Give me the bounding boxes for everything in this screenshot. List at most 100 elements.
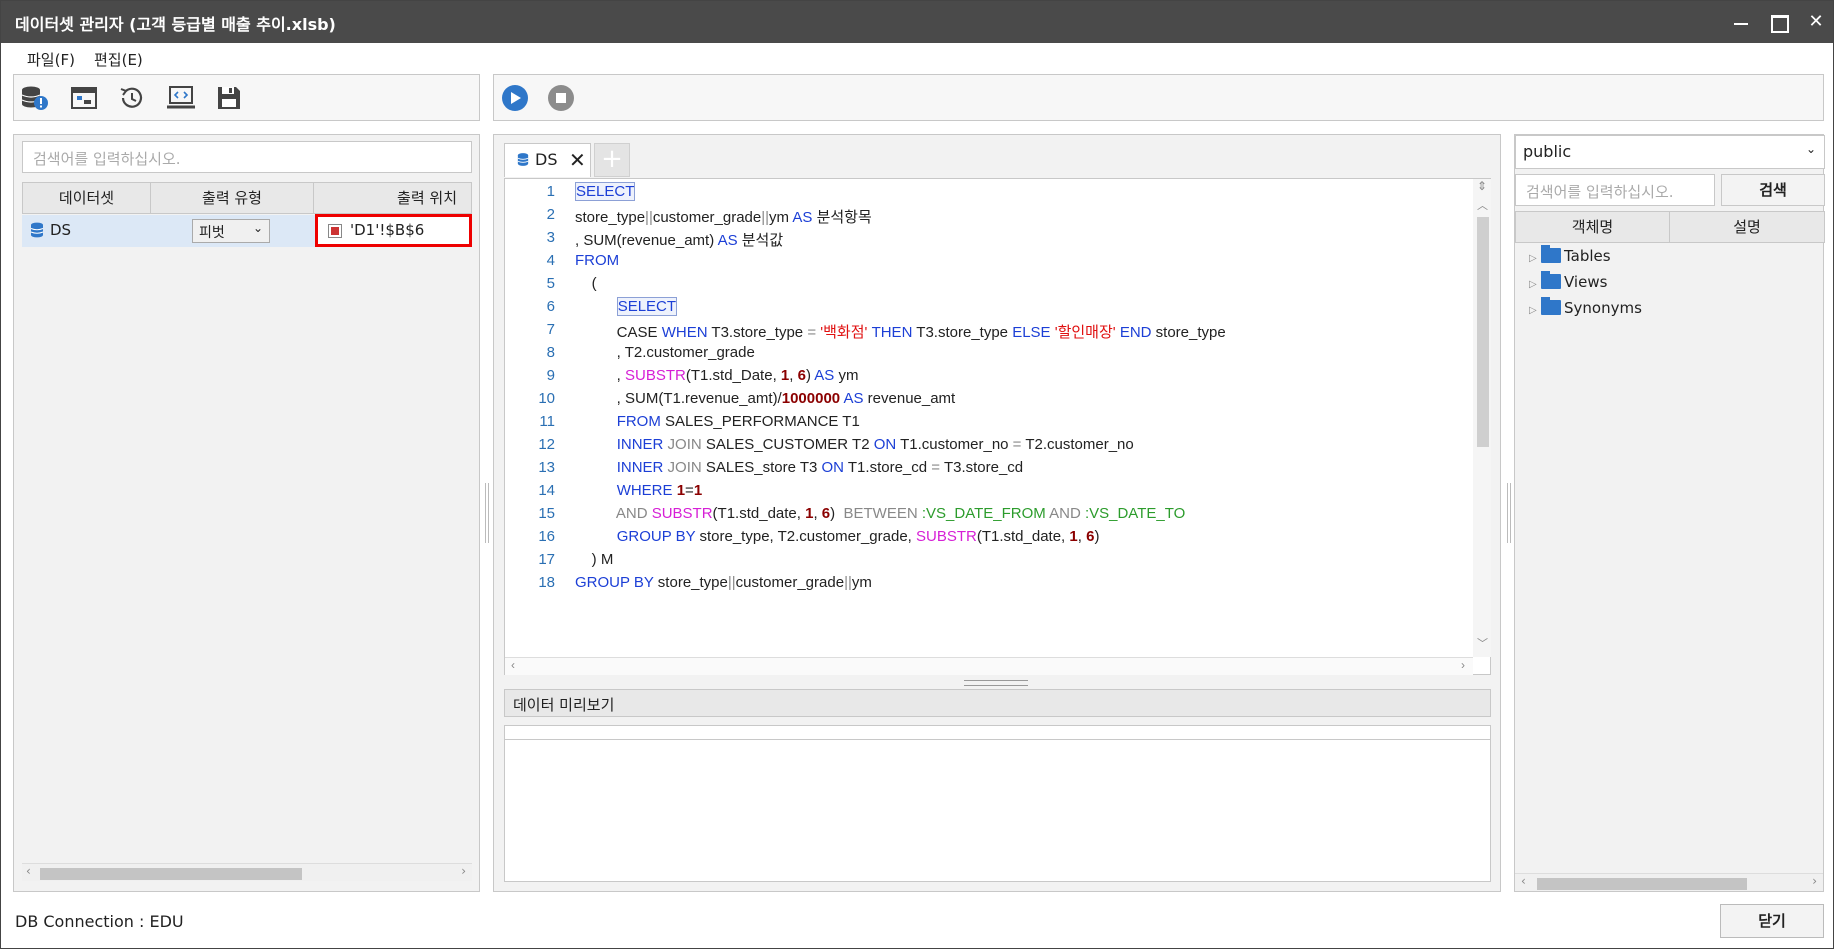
scroll-right-icon[interactable]: ›: [1812, 874, 1817, 888]
line-number: 12: [538, 436, 555, 453]
code-line[interactable]: GROUP BY store_type||customer_grade||ym: [575, 574, 872, 591]
scroll-left-icon[interactable]: ‹: [511, 658, 515, 672]
code-line[interactable]: ) M: [575, 551, 614, 568]
expand-icon[interactable]: ▷: [1529, 253, 1541, 264]
history-icon[interactable]: [117, 84, 147, 112]
left-splitter[interactable]: [485, 483, 489, 543]
folder-icon: [1541, 245, 1561, 263]
horizontal-scrollbar[interactable]: ‹ ›: [505, 657, 1473, 675]
line-number: 4: [546, 252, 555, 269]
horizontal-scrollbar[interactable]: ‹ ›: [22, 863, 472, 881]
code-line[interactable]: SELECT: [575, 182, 636, 201]
col-output-type[interactable]: 출력 유형: [151, 183, 314, 213]
close-tab-icon[interactable]: ✕: [569, 148, 586, 172]
sql-editor[interactable]: 1 2 3 4 5 6 7 8 9 10 11 12 13 14 15 16 17 18 SELECT store…: [504, 178, 1491, 675]
query-panel: DS ✕ + 1 2 3 4 5 6 7 8 9 10 11 12 13 14 15 16 17 18 SELEC…: [493, 134, 1501, 892]
stop-icon[interactable]: [546, 84, 576, 112]
code-line[interactable]: , T2.customer_grade: [575, 344, 755, 361]
output-position-value: 'D1'!$B$6: [350, 221, 425, 239]
code-line[interactable]: INNER JOIN SALES_CUSTOMER T2 ON T1.custo…: [575, 436, 1134, 453]
code-line[interactable]: INNER JOIN SALES_store T3 ON T1.store_cd…: [575, 459, 1023, 476]
scroll-right-icon[interactable]: ›: [461, 864, 466, 878]
code-line[interactable]: FROM SALES_PERFORMANCE T1: [575, 413, 860, 430]
code-line[interactable]: SELECT: [575, 297, 678, 316]
dataset-manager-window: 데이터셋 관리자 (고객 등급별 매출 추이.xlsb) ✕ 파일(F) 편집(…: [0, 0, 1834, 949]
monitor-code-icon[interactable]: [166, 84, 196, 112]
line-number: 10: [538, 390, 555, 407]
expand-icon[interactable]: ▷: [1529, 279, 1541, 290]
col-output-position[interactable]: 출력 위치: [314, 183, 471, 213]
menu-bar: 파일(F) 편집(E): [1, 43, 1833, 73]
dataset-search-input[interactable]: 검색어를 입력하십시오.: [22, 141, 472, 173]
menu-edit[interactable]: 편집(E): [94, 49, 143, 70]
line-number: 14: [538, 482, 555, 499]
vertical-scrollbar[interactable]: ⇕ ︿ ﹀: [1473, 179, 1491, 657]
line-number: 7: [546, 321, 555, 338]
line-number: 8: [546, 344, 555, 361]
tab-ds[interactable]: DS ✕: [504, 143, 591, 177]
col-dataset[interactable]: 데이터셋: [23, 183, 151, 213]
close-icon[interactable]: ✕: [1801, 7, 1831, 37]
scroll-down-icon[interactable]: ﹀: [1477, 635, 1488, 651]
title-bar: 데이터셋 관리자 (고객 등급별 매출 추이.xlsb) ✕: [1, 1, 1833, 43]
database-warning-icon[interactable]: [20, 84, 50, 112]
tree-label: Synonyms: [1564, 299, 1642, 317]
scroll-up-icon[interactable]: ︿: [1477, 197, 1488, 213]
window-icon[interactable]: [69, 84, 99, 112]
code-line[interactable]: CASE WHEN T3.store_type = '백화점' THEN T3.…: [575, 321, 1226, 342]
horizontal-scrollbar[interactable]: ‹ ›: [1515, 873, 1823, 891]
code-line[interactable]: store_type||customer_grade||ym AS 분석항목: [575, 206, 872, 227]
scroll-left-icon[interactable]: ‹: [26, 864, 31, 878]
scroll-thumb[interactable]: [1477, 217, 1489, 447]
line-number: 1: [546, 183, 555, 200]
scroll-thumb[interactable]: [40, 868, 302, 880]
toolbar-left: [13, 74, 480, 121]
play-icon[interactable]: [500, 84, 530, 112]
line-number: 9: [546, 367, 555, 384]
data-preview-grid[interactable]: [504, 725, 1491, 882]
menu-file[interactable]: 파일(F): [27, 49, 75, 70]
save-icon[interactable]: [214, 84, 244, 112]
code-line[interactable]: WHERE 1=1: [575, 482, 702, 499]
tree-item-synonyms[interactable]: ▷ Synonyms: [1529, 297, 1642, 317]
search-button[interactable]: 검색: [1721, 174, 1825, 206]
scroll-right-icon[interactable]: ›: [1461, 658, 1465, 672]
code-line[interactable]: GROUP BY store_type, T2.customer_grade, …: [575, 528, 1100, 545]
split-icon[interactable]: ⇕: [1477, 179, 1487, 193]
expand-icon[interactable]: ▷: [1529, 305, 1541, 316]
database-icon: [30, 222, 44, 242]
database-icon: [517, 152, 529, 171]
minimize-icon[interactable]: [1726, 7, 1756, 37]
line-number: 16: [538, 528, 555, 545]
tree-label: Tables: [1564, 247, 1611, 265]
col-description[interactable]: 설명: [1670, 212, 1824, 242]
object-panel: public ⌄ 검색어를 입력하십시오. 검색 객체명 설명 ▷ Tables …: [1514, 134, 1825, 892]
tree-item-tables[interactable]: ▷ Tables: [1529, 245, 1611, 265]
object-search-input[interactable]: 검색어를 입력하십시오.: [1515, 174, 1715, 206]
code-line[interactable]: , SUBSTR(T1.std_Date, 1, 6) AS ym: [575, 367, 859, 384]
output-type-select[interactable]: 피벗 ⌄: [192, 219, 270, 243]
line-number: 5: [546, 275, 555, 292]
add-tab-button[interactable]: +: [594, 143, 630, 177]
schema-value: public: [1523, 142, 1572, 161]
code-line[interactable]: , SUM(revenue_amt) AS 분석값: [575, 229, 783, 250]
window-title: 데이터셋 관리자 (고객 등급별 매출 추이.xlsb): [15, 15, 336, 34]
code-line[interactable]: , SUM(T1.revenue_amt)/1000000 AS revenue…: [575, 390, 956, 407]
col-object-name[interactable]: 객체명: [1516, 212, 1670, 242]
output-position-cell[interactable]: 'D1'!$B$6: [315, 214, 472, 247]
code-line[interactable]: FROM: [575, 252, 619, 269]
scroll-thumb[interactable]: [1537, 878, 1747, 890]
scroll-left-icon[interactable]: ‹: [1521, 874, 1526, 888]
close-button[interactable]: 닫기: [1720, 904, 1824, 938]
folder-icon: [1541, 297, 1561, 315]
code-line[interactable]: (: [575, 275, 597, 292]
code-line[interactable]: AND SUBSTR(T1.std_date, 1, 6) BETWEEN :V…: [575, 505, 1185, 522]
line-number: 2: [546, 206, 555, 223]
folder-icon: [1541, 271, 1561, 289]
maximize-icon[interactable]: [1763, 7, 1793, 37]
line-number: 3: [546, 229, 555, 246]
schema-select[interactable]: public ⌄: [1515, 135, 1825, 169]
horizontal-splitter[interactable]: [964, 680, 1028, 686]
right-splitter[interactable]: [1507, 483, 1511, 543]
tree-item-views[interactable]: ▷ Views: [1529, 271, 1607, 291]
